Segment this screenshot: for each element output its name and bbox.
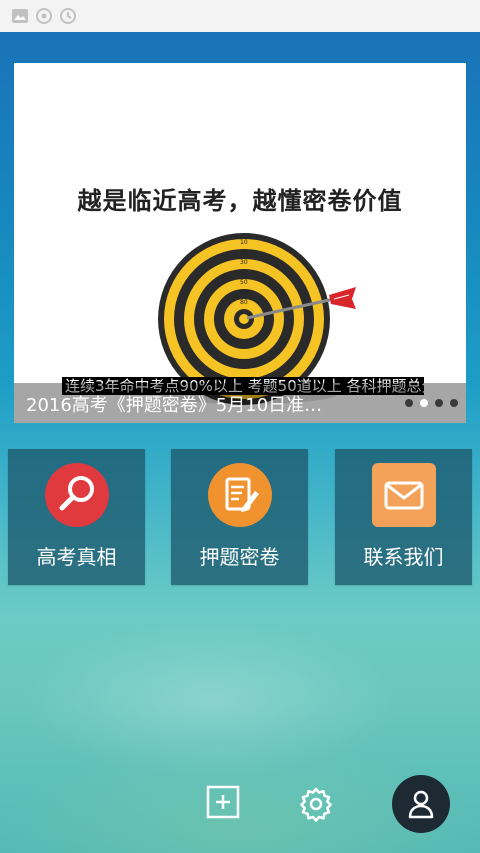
- tile-icon: [45, 463, 109, 527]
- target-ring-label: 50: [240, 279, 248, 286]
- tile-contact-us[interactable]: 联系我们: [335, 449, 472, 585]
- profile-button[interactable]: [392, 775, 450, 833]
- add-icon[interactable]: [206, 785, 240, 819]
- carousel-pager: [405, 399, 458, 407]
- user-icon: [408, 790, 434, 819]
- tile-icon: [372, 463, 436, 527]
- pager-dot[interactable]: [450, 399, 458, 407]
- mail-icon: [372, 463, 436, 527]
- search-icon: [45, 463, 109, 527]
- banner-carousel[interactable]: 越是临近高考，越懂密卷价值 10 20 30 40 50 60 80 连续3年命…: [14, 63, 466, 423]
- tile-label: 押题密卷: [199, 545, 280, 569]
- pager-dot[interactable]: [435, 399, 443, 407]
- status-bar: [0, 0, 480, 32]
- banner-caption[interactable]: 2016高考《押题密卷》5月10日准…: [26, 391, 376, 417]
- tile-label: 联系我们: [363, 545, 444, 569]
- pager-dot[interactable]: [405, 399, 413, 407]
- target-ring-label: 40: [240, 269, 248, 276]
- tile-exam-truth[interactable]: 高考真相: [8, 449, 145, 585]
- target-ring-label: 80: [240, 299, 248, 306]
- gear-icon[interactable]: [298, 786, 334, 822]
- image-notification-icon: [12, 9, 28, 23]
- banner-headline: 越是临近高考，越懂密卷价值: [77, 187, 403, 215]
- target-ring-label: 60: [240, 289, 248, 296]
- tile-icon: [208, 463, 272, 527]
- target-ring-label: 10: [240, 239, 248, 246]
- pager-dot-active[interactable]: [420, 399, 428, 407]
- status-icons: [10, 6, 78, 26]
- edit-document-icon: [208, 463, 272, 527]
- target-ring-label: 30: [240, 259, 248, 266]
- tile-label: 高考真相: [36, 545, 117, 569]
- app-notification-icon: [36, 8, 52, 24]
- clock-notification-icon: [60, 8, 76, 24]
- target-ring-label: 20: [240, 249, 248, 256]
- tile-predicted-papers[interactable]: 押题密卷: [171, 449, 308, 585]
